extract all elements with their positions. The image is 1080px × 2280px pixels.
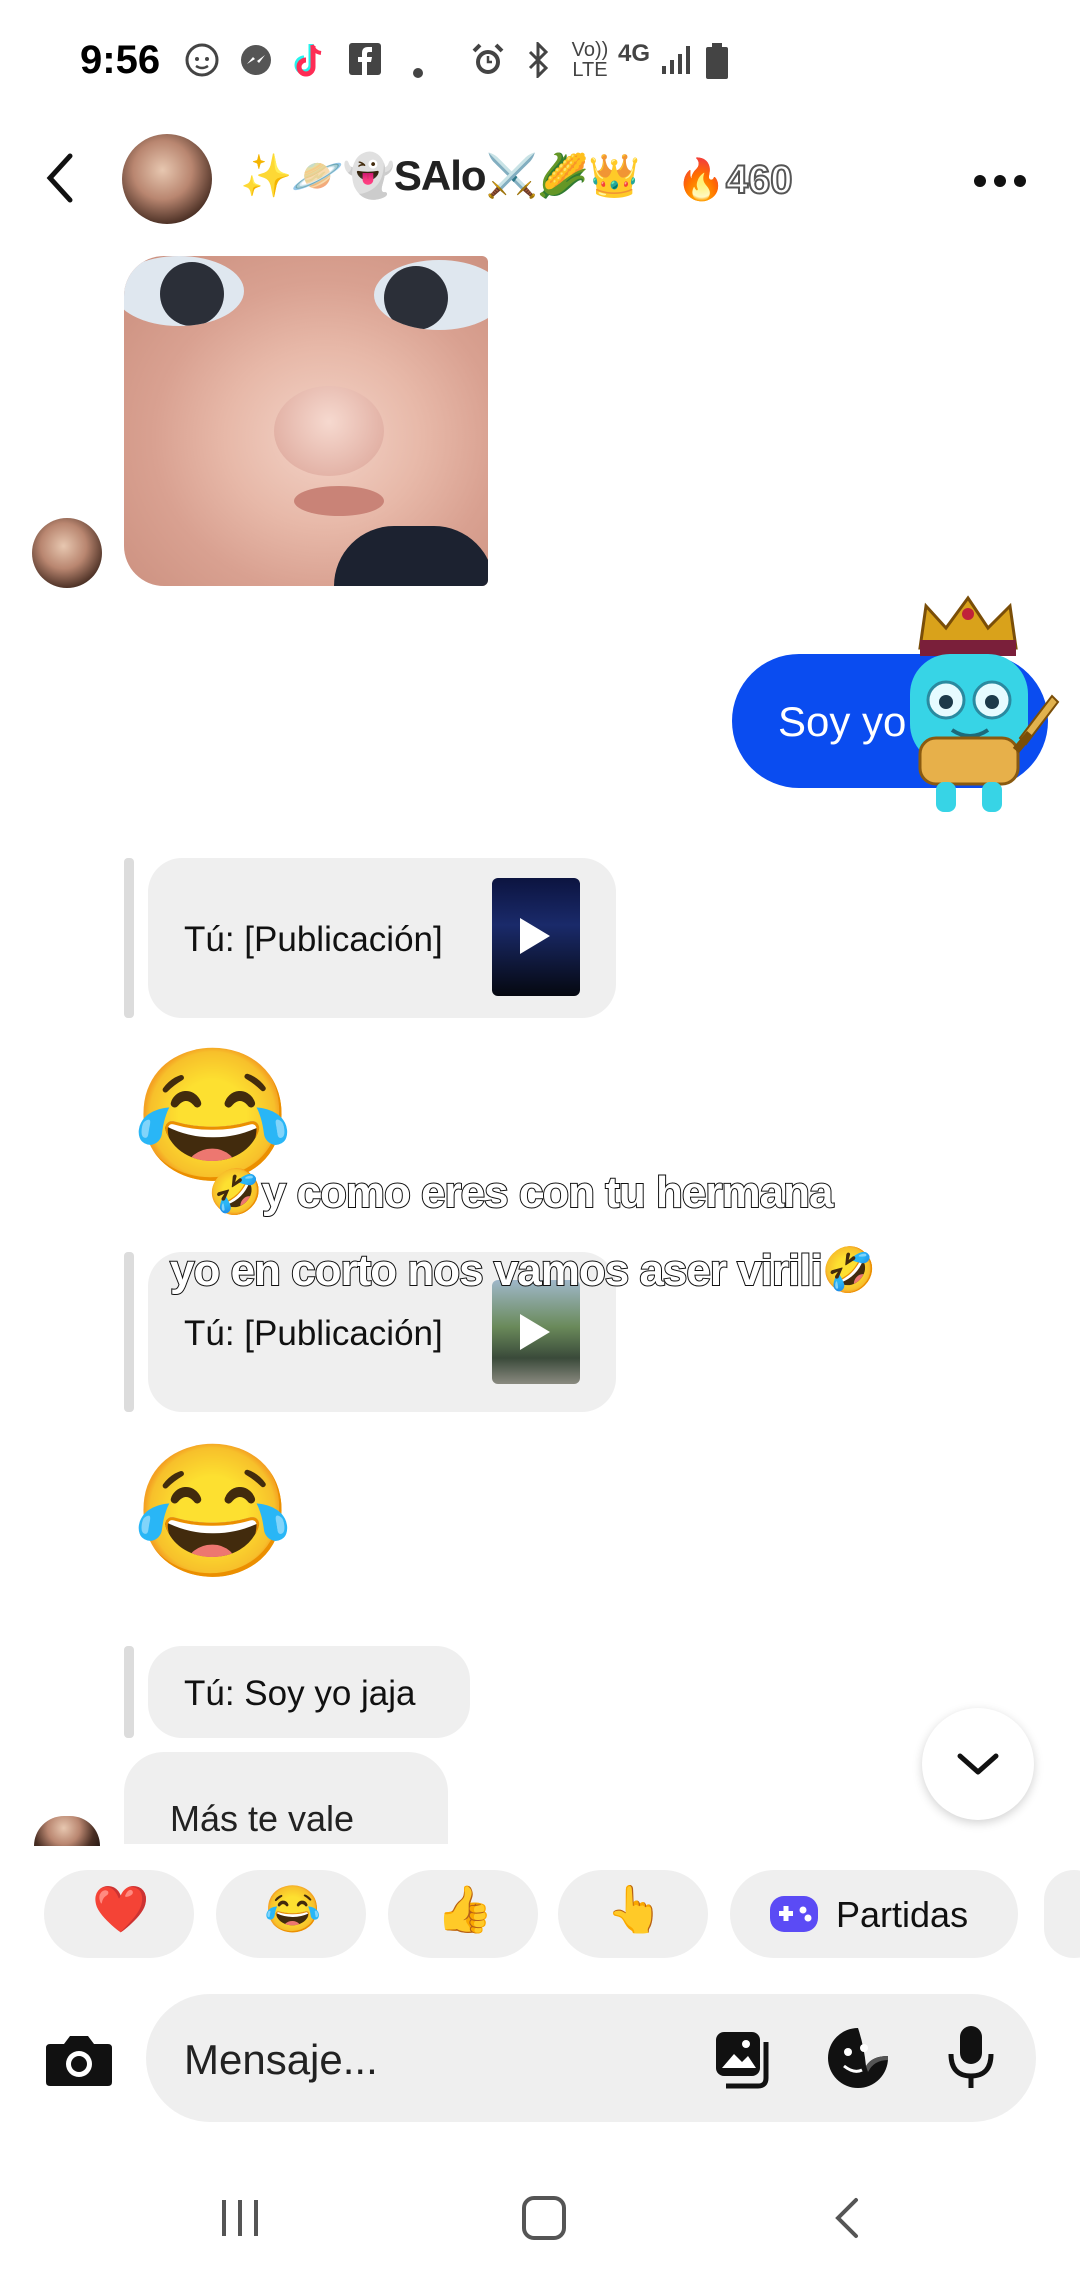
back-arrow-icon[interactable] [40,150,82,211]
gamepad-icon [768,1890,820,1943]
quick-reaction-laugh[interactable]: 😂 [216,1870,366,1958]
thumbs-up-icon: 👍 [436,1883,494,1935]
alarm-icon [470,42,506,83]
shared-post-reply[interactable]: Tú: [Publicación] [148,858,616,1018]
emoji-message[interactable]: 😂 [132,1446,294,1576]
incoming-message-text: Más te vale [170,1798,355,1839]
scroll-to-bottom-button[interactable] [922,1708,1034,1820]
post-thumbnail[interactable] [492,878,580,996]
bluetooth-icon [524,40,554,83]
message-input[interactable]: Mensaje... [146,1994,1036,2122]
play-icon [520,918,550,954]
games-button[interactable]: Partidas [730,1870,1018,1958]
peer-avatar[interactable] [34,1816,100,1846]
sticker-icon [828,2028,888,2088]
recent-apps-icon [222,2200,258,2236]
play-icon [520,1314,550,1350]
home-button[interactable] [516,2190,572,2251]
reply-indicator [124,1252,134,1412]
quick-reaction-pointing[interactable]: 👆 [558,1870,708,1958]
reply-indicator [124,858,134,1018]
dot-icon [412,52,424,84]
streak-badge: 🔥460 [675,156,794,203]
microphone-icon [948,2026,994,2088]
microphone-button[interactable] [946,2024,996,2095]
chevron-down-icon [957,1753,999,1775]
streak-fire-icon: 🔥 [675,157,727,203]
reply-text: Tú: [Publicación] [184,1314,443,1353]
video-caption-line: yo en corto nos vamos aser virili🤣 [169,1245,877,1296]
tiktok-icon [292,42,328,85]
games-label: Partidas [836,1894,969,1935]
heart-icon: ❤️ [92,1883,150,1935]
more-chip[interactable] [1044,1870,1080,1958]
contact-avatar[interactable] [122,134,212,224]
facebook-icon [348,42,382,81]
quick-reaction-thumbs-up[interactable]: 👍 [388,1870,538,1958]
sticker-image[interactable] [124,256,488,586]
home-icon [522,2196,566,2240]
peer-avatar[interactable] [32,518,102,588]
reply-text: Tú: [Publicación] [184,920,443,959]
volte-icon: Vo)) LTE [571,39,609,81]
recent-apps-button[interactable] [218,2190,266,2251]
baby-icon [184,42,220,83]
pointing-up-icon: 👆 [606,1883,664,1935]
emoji-message[interactable]: 😂 [132,1050,294,1180]
chat-title[interactable]: ✨🪐👻SAlo⚔️🌽👑 [240,152,640,201]
message-placeholder: Mensaje... [184,2036,378,2083]
gallery-icon [716,2032,769,2089]
streak-count: 460 [725,157,794,203]
more-options-button[interactable] [970,158,1030,191]
gallery-button[interactable] [712,2028,776,2095]
camera-icon [46,2036,112,2086]
back-button[interactable] [824,2190,872,2251]
quick-reaction-heart[interactable]: ❤️ [44,1870,194,1958]
status-time: 9:56 [80,38,161,82]
laughing-emoji-icon: 😂 [264,1883,322,1935]
4g-icon: 4G [617,40,650,67]
reply-indicator [124,1646,134,1738]
camera-button[interactable] [44,2030,114,2088]
messenger-icon [238,42,274,83]
reply-text: Tú: Soy yo jaja [184,1674,416,1713]
video-caption-line: 🤣y como eres con tu hermana [207,1167,834,1218]
back-icon [835,2198,858,2238]
signal-icon [660,42,694,81]
crown-mascot-sticker[interactable] [880,588,1060,818]
battery-icon [704,42,730,85]
sticker-button[interactable] [826,2026,890,2095]
text-reply[interactable]: Tú: Soy yo jaja [148,1646,470,1738]
incoming-message-bubble[interactable]: Más te vale [124,1752,448,1844]
